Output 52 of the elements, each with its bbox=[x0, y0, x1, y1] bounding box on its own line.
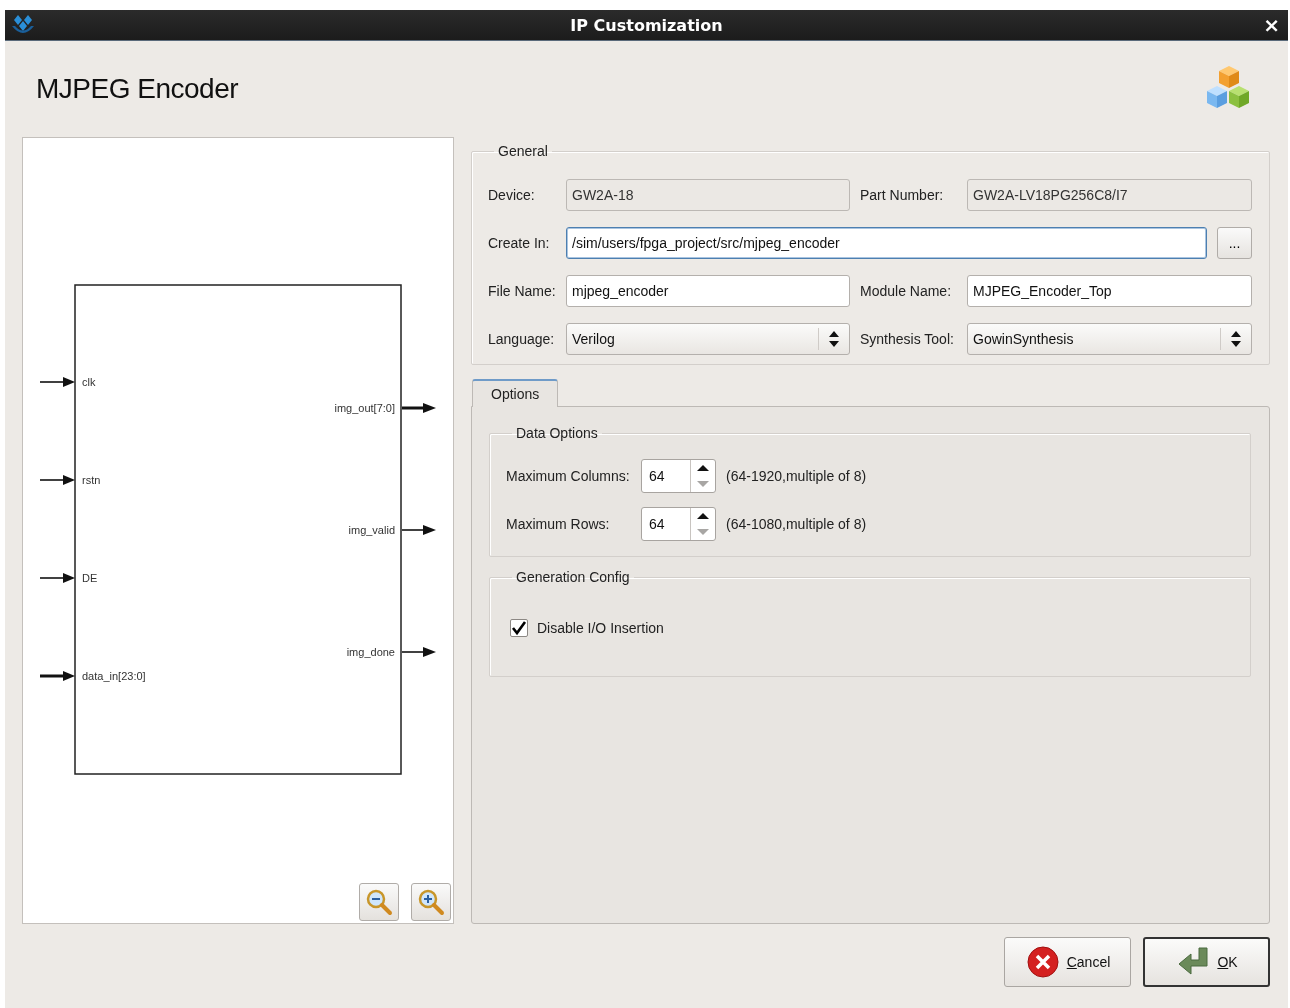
port-label: img_out[7:0] bbox=[334, 402, 395, 414]
field-label: Create In: bbox=[488, 235, 551, 251]
port-label: data_in[23:0] bbox=[82, 670, 146, 682]
spin-box[interactable]: 64 bbox=[641, 507, 716, 541]
port-label: img_valid bbox=[348, 524, 395, 536]
port-label: rstn bbox=[82, 474, 101, 486]
output-arrow bbox=[401, 525, 436, 535]
cancel-button[interactable]: Cancel bbox=[1004, 937, 1131, 987]
cancel-icon bbox=[1024, 944, 1061, 980]
input-arrow bbox=[39, 573, 75, 583]
input-arrow bbox=[39, 475, 75, 485]
dropdown[interactable]: GowinSynthesis bbox=[967, 323, 1252, 355]
browse-button[interactable]: ... bbox=[1217, 227, 1252, 259]
field-label: Language: bbox=[488, 331, 556, 347]
field-label: Device: bbox=[488, 187, 536, 203]
field-label: Maximum Columns: bbox=[506, 468, 631, 484]
group-title: Data Options bbox=[515, 425, 599, 441]
field-label: Maximum Rows: bbox=[506, 516, 611, 532]
window-title: IP Customization bbox=[570, 15, 723, 35]
input-arrow bbox=[40, 671, 75, 681]
ip-title: MJPEG Encoder bbox=[36, 73, 239, 105]
group-title: General bbox=[497, 143, 549, 159]
zoom-out-icon bbox=[365, 888, 393, 916]
text-field[interactable]: mjpeg_encoder bbox=[566, 275, 850, 307]
ok-button[interactable]: OK bbox=[1143, 937, 1270, 987]
tab[interactable]: Options bbox=[472, 379, 559, 407]
port-label: clk bbox=[82, 376, 96, 388]
port-label: img_done bbox=[346, 646, 395, 658]
checkbox[interactable] bbox=[510, 619, 528, 637]
app-logo-icon[interactable] bbox=[10, 14, 36, 36]
spin-box[interactable]: 64 bbox=[641, 459, 716, 493]
readonly-field: GW2A-18 bbox=[566, 179, 850, 211]
range-hint: (64-1080,multiple of 8) bbox=[726, 516, 867, 532]
path-field[interactable]: /sim/users/fpga_project/src/mjpeg_encoder bbox=[566, 227, 1207, 259]
zoom-out-button[interactable] bbox=[359, 883, 399, 921]
field-label: Module Name: bbox=[860, 283, 953, 299]
text-field[interactable]: MJPEG_Encoder_Top bbox=[967, 275, 1252, 307]
output-arrow bbox=[401, 647, 436, 657]
zoom-in-button[interactable] bbox=[411, 883, 451, 921]
input-arrow bbox=[39, 377, 75, 387]
group-title: Generation Config bbox=[515, 569, 631, 585]
field-label: File Name: bbox=[488, 283, 556, 299]
field-label: Part Number: bbox=[860, 187, 945, 203]
range-hint: (64-1920,multiple of 8) bbox=[726, 468, 867, 484]
port-label: DE bbox=[82, 572, 98, 584]
close-button[interactable]: × bbox=[1263, 13, 1280, 37]
output-arrow bbox=[402, 403, 436, 413]
checkbox-label: Disable I/O Insertion bbox=[537, 620, 664, 636]
readonly-field: GW2A-LV18PG256C8/I7 bbox=[967, 179, 1252, 211]
dropdown[interactable]: Verilog bbox=[566, 323, 850, 355]
zoom-in-icon bbox=[417, 888, 445, 916]
field-label: Synthesis Tool: bbox=[860, 331, 955, 347]
